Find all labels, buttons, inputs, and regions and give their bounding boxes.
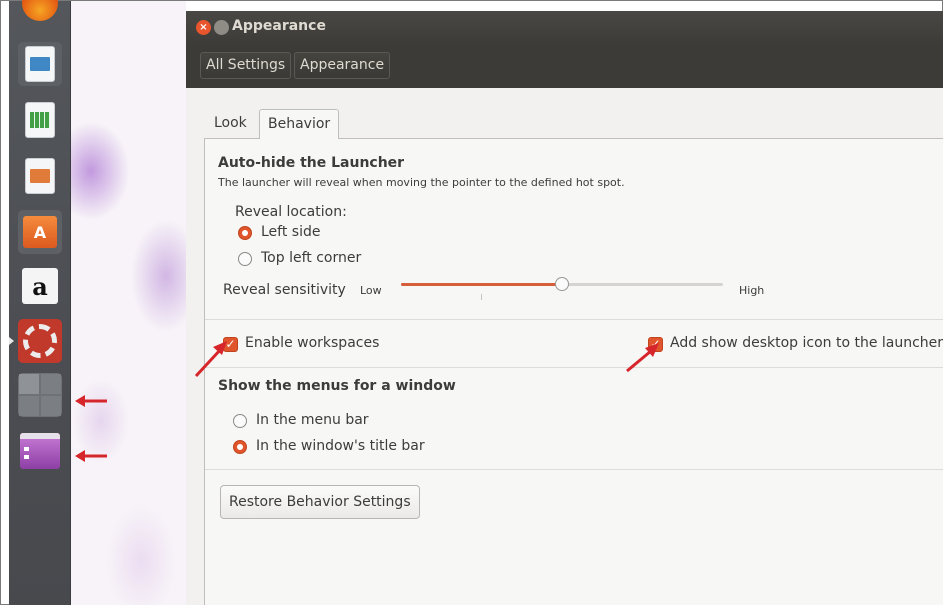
system-settings-icon[interactable] — [18, 319, 62, 363]
divider — [205, 469, 943, 470]
radio-left-side-label[interactable]: Left side — [261, 224, 320, 240]
settings-content: Look Behavior Auto-hide the Launcher The… — [186, 88, 943, 605]
amazon-icon[interactable]: a — [18, 264, 62, 308]
unity-launcher: A a — [9, 0, 71, 605]
sensitivity-label: Reveal sensitivity — [223, 282, 346, 298]
radio-title-bar[interactable] — [233, 440, 247, 454]
show-desktop-icon[interactable] — [18, 429, 62, 473]
window-title: Appearance — [232, 18, 326, 34]
firefox-icon[interactable] — [18, 0, 62, 25]
autohide-heading: Auto-hide the Launcher — [218, 155, 405, 171]
radio-left-side[interactable] — [238, 226, 252, 240]
breadcrumb: All Settings Appearance — [186, 46, 943, 88]
annotation-arrow-icon — [194, 341, 227, 378]
sensitivity-slider-fill — [401, 283, 562, 286]
sensitivity-high-label: High — [739, 284, 765, 297]
annotation-arrow-icon — [75, 450, 107, 462]
breadcrumb-all-settings[interactable]: All Settings — [200, 52, 292, 79]
radio-title-bar-label[interactable]: In the window's title bar — [256, 438, 425, 454]
restore-behavior-button[interactable]: Restore Behavior Settings — [220, 485, 420, 519]
breadcrumb-appearance[interactable]: Appearance — [294, 52, 391, 79]
divider — [205, 319, 943, 320]
radio-top-left-corner[interactable] — [238, 252, 252, 266]
annotation-arrow-icon — [75, 395, 107, 407]
window-titlebar: × Appearance — [186, 11, 943, 46]
tab-behavior[interactable]: Behavior — [259, 109, 340, 139]
show-desktop-label[interactable]: Add show desktop icon to the launcher — [670, 335, 943, 351]
impress-icon[interactable] — [18, 154, 62, 198]
software-center-icon[interactable]: A — [18, 210, 62, 254]
behavior-panel: Auto-hide the Launcher The launcher will… — [204, 138, 943, 605]
calc-icon[interactable] — [18, 98, 62, 142]
workspace-switcher-icon[interactable] — [18, 373, 62, 417]
active-indicator — [9, 337, 14, 345]
reveal-location-label: Reveal location: — [235, 204, 347, 220]
sensitivity-low-label: Low — [360, 284, 382, 297]
radio-menu-bar-label[interactable]: In the menu bar — [256, 412, 369, 428]
slider-tick — [481, 294, 482, 300]
close-button[interactable]: × — [196, 20, 211, 35]
autohide-description: The launcher will reveal when moving the… — [218, 176, 625, 189]
divider — [205, 367, 943, 368]
writer-icon[interactable] — [18, 42, 62, 86]
minimize-button[interactable] — [214, 20, 229, 35]
radio-menu-bar[interactable] — [233, 414, 247, 428]
menus-heading: Show the menus for a window — [218, 378, 456, 394]
tab-look[interactable]: Look — [206, 109, 255, 139]
desktop-wallpaper — [71, 1, 186, 605]
sensitivity-slider-handle[interactable] — [555, 277, 569, 291]
enable-workspaces-label[interactable]: Enable workspaces — [245, 335, 379, 351]
radio-top-left-corner-label[interactable]: Top left corner — [261, 250, 361, 266]
annotation-arrow-icon — [626, 343, 659, 373]
